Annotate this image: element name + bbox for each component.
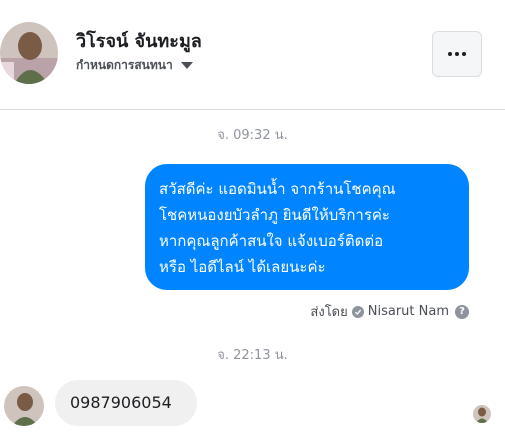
sent-by-info: ส่งโดย Nisarut Nam ? bbox=[310, 301, 469, 322]
more-options-button[interactable] bbox=[432, 31, 482, 77]
message-line: สวัสดีค่ะ แอดมินน้ำ จากร้านโชคคุณ bbox=[159, 180, 396, 198]
contact-avatar[interactable] bbox=[0, 22, 58, 84]
more-dots-icon bbox=[448, 52, 466, 56]
sender-avatar[interactable] bbox=[4, 386, 44, 426]
message-line: โชคหนองยบัวลำภู ยินดีให้บริการค่ะ bbox=[159, 206, 390, 224]
sender-name[interactable]: Nisarut Nam bbox=[368, 304, 449, 319]
seen-indicator-avatar bbox=[473, 405, 491, 423]
contact-name[interactable]: วิโรจน์ จันทะมูล bbox=[76, 26, 202, 55]
message-timestamp: จ. 22:13 น. bbox=[217, 348, 288, 363]
caret-down-icon bbox=[180, 62, 193, 69]
sent-by-label: ส่งโดย bbox=[310, 305, 348, 320]
help-question-icon[interactable]: ? bbox=[455, 304, 469, 319]
avatar-photo bbox=[4, 386, 44, 426]
outgoing-message-bubble[interactable]: สวัสดีค่ะ แอดมินน้ำ จากร้านโชคคุณ โชคหนอ… bbox=[145, 164, 469, 290]
conversation-settings-dropdown[interactable]: กำหนดการสนทนา bbox=[76, 56, 193, 75]
conversation-header: วิโรจน์ จันทะมูล กำหนดการสนทนา bbox=[0, 0, 505, 110]
check-circle-icon bbox=[351, 305, 364, 318]
message-timestamp: จ. 09:32 น. bbox=[217, 128, 288, 143]
message-line: หรือ ไอดีไลน์ ได้เลยนะค่ะ bbox=[159, 258, 326, 276]
avatar-photo bbox=[0, 22, 58, 84]
conversation-settings-label: กำหนดการสนทนา bbox=[76, 58, 173, 72]
incoming-message-bubble[interactable]: 0987906054 bbox=[55, 380, 197, 426]
message-line: หากคุณลูกค้าสนใจ แจ้งเบอร์ติดต่อ bbox=[159, 232, 384, 250]
seen-avatar-photo bbox=[473, 405, 491, 423]
